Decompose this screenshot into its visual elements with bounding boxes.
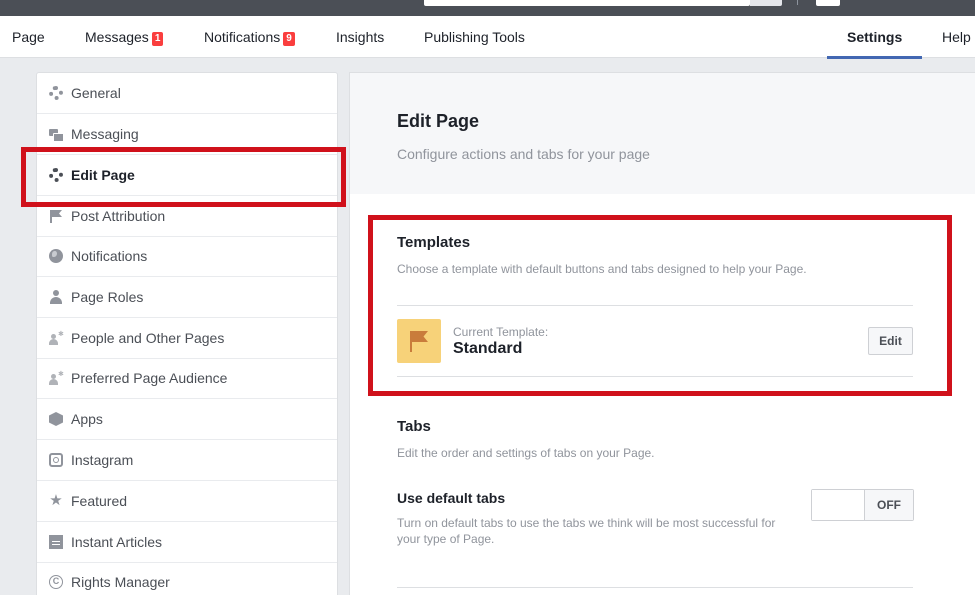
globe-icon	[49, 249, 63, 263]
tab-help[interactable]: Help	[942, 16, 971, 58]
panel-header: Edit Page Configure actions and tabs for…	[350, 73, 975, 194]
sidebar-item-label: General	[71, 85, 121, 101]
sidebar-item-apps[interactable]: Apps	[37, 399, 337, 440]
messages-count-badge: 1	[151, 32, 164, 46]
sidebar-item-notifications[interactable]: Notifications	[37, 236, 337, 277]
tab-insights[interactable]: Insights	[336, 16, 384, 58]
tab-help-label: Help	[942, 29, 971, 45]
sidebar-item-label: Instagram	[71, 452, 134, 468]
divider	[397, 376, 913, 377]
messaging-icon	[49, 127, 64, 142]
sidebar-item-label: Apps	[71, 411, 103, 427]
article-icon	[49, 535, 63, 549]
edit-template-button[interactable]: Edit	[868, 327, 913, 355]
tab-settings-label: Settings	[847, 29, 903, 45]
divider	[397, 587, 913, 588]
sidebar-item-instant-articles[interactable]: Instant Articles	[37, 522, 337, 563]
default-tabs-toggle[interactable]: OFF	[811, 489, 914, 521]
sidebar-item-label: Edit Page	[71, 167, 135, 183]
gear-icon	[49, 168, 63, 182]
tab-publishing-tools-label: Publishing Tools	[424, 29, 525, 45]
sidebar-item-label: Post Attribution	[71, 208, 166, 224]
sidebar-item-instagram[interactable]: Instagram	[37, 440, 337, 481]
current-template-value: Standard	[453, 340, 523, 357]
cube-icon	[49, 412, 63, 426]
instagram-icon	[49, 453, 63, 467]
tab-publishing-tools[interactable]: Publishing Tools	[424, 16, 525, 58]
sidebar-item-page-roles[interactable]: Page Roles	[37, 277, 337, 318]
tab-settings[interactable]: Settings	[826, 16, 923, 59]
sidebar-item-general[interactable]: General	[37, 73, 337, 114]
sidebar-item-label: Rights Manager	[71, 574, 170, 590]
search-input[interactable]	[424, 0, 750, 6]
tab-notifications[interactable]: Notifications 9	[204, 16, 295, 58]
sidebar-item-label: People and Other Pages	[71, 330, 225, 346]
tab-messages[interactable]: Messages 1	[85, 16, 164, 58]
copyright-icon: C	[49, 575, 63, 589]
flag-icon	[49, 209, 63, 223]
settings-sidebar: General Messaging Edit Page Post Attribu…	[36, 72, 338, 595]
top-bar	[0, 0, 975, 16]
person-star-icon: ✱	[49, 371, 64, 385]
page-nav-bar: Page Messages 1 Notifications 9 Insights P…	[0, 16, 975, 59]
default-tabs-title: Use default tabs	[397, 490, 506, 506]
sidebar-item-label: Page Roles	[71, 289, 144, 305]
star-icon: ★	[49, 492, 63, 509]
search-button[interactable]	[750, 0, 782, 6]
gear-icon	[49, 86, 63, 100]
toggle-state-label: OFF	[865, 490, 913, 520]
tab-notifications-label: Notifications	[204, 29, 281, 45]
sidebar-item-people-and-other-pages[interactable]: ✱ People and Other Pages	[37, 318, 337, 359]
toggle-knob	[812, 490, 865, 520]
sidebar-item-label: Featured	[71, 493, 128, 509]
person-star-icon: ✱	[49, 331, 64, 345]
notifications-count-badge: 9	[283, 32, 295, 46]
templates-description: Choose a template with default buttons a…	[397, 262, 807, 276]
person-icon	[49, 290, 63, 304]
sidebar-item-messaging[interactable]: Messaging	[37, 114, 337, 155]
sidebar-item-label: Notifications	[71, 248, 148, 264]
sidebar-item-preferred-page-audience[interactable]: ✱ Preferred Page Audience	[37, 358, 337, 399]
divider	[397, 305, 913, 306]
sidebar-item-label: Messaging	[71, 126, 139, 142]
template-flag-icon	[397, 319, 441, 363]
tab-messages-label: Messages	[85, 29, 149, 45]
tabs-description: Edit the order and settings of tabs on y…	[397, 446, 655, 460]
current-template-label: Current Template:	[453, 325, 549, 339]
sidebar-item-rights-manager[interactable]: C Rights Manager	[37, 562, 337, 595]
tab-insights-label: Insights	[336, 29, 385, 45]
sidebar-item-label: Instant Articles	[71, 534, 163, 550]
page-subtitle: Configure actions and tabs for your page	[397, 146, 650, 162]
page-title: Edit Page	[397, 111, 480, 131]
sidebar-item-post-attribution[interactable]: Post Attribution	[37, 196, 337, 237]
templates-title: Templates	[397, 234, 471, 251]
tab-page[interactable]: Page	[12, 16, 45, 58]
sidebar-item-edit-page[interactable]: Edit Page	[37, 155, 337, 196]
profile-button[interactable]	[816, 0, 840, 6]
edit-page-panel: Edit Page Configure actions and tabs for…	[349, 72, 975, 595]
tabs-title: Tabs	[397, 418, 431, 435]
top-bar-divider	[797, 0, 798, 5]
default-tabs-description: Turn on default tabs to use the tabs we …	[397, 516, 776, 546]
tab-page-label: Page	[12, 29, 45, 45]
sidebar-item-label: Preferred Page Audience	[71, 370, 228, 386]
sidebar-item-featured[interactable]: ★ Featured	[37, 481, 337, 522]
